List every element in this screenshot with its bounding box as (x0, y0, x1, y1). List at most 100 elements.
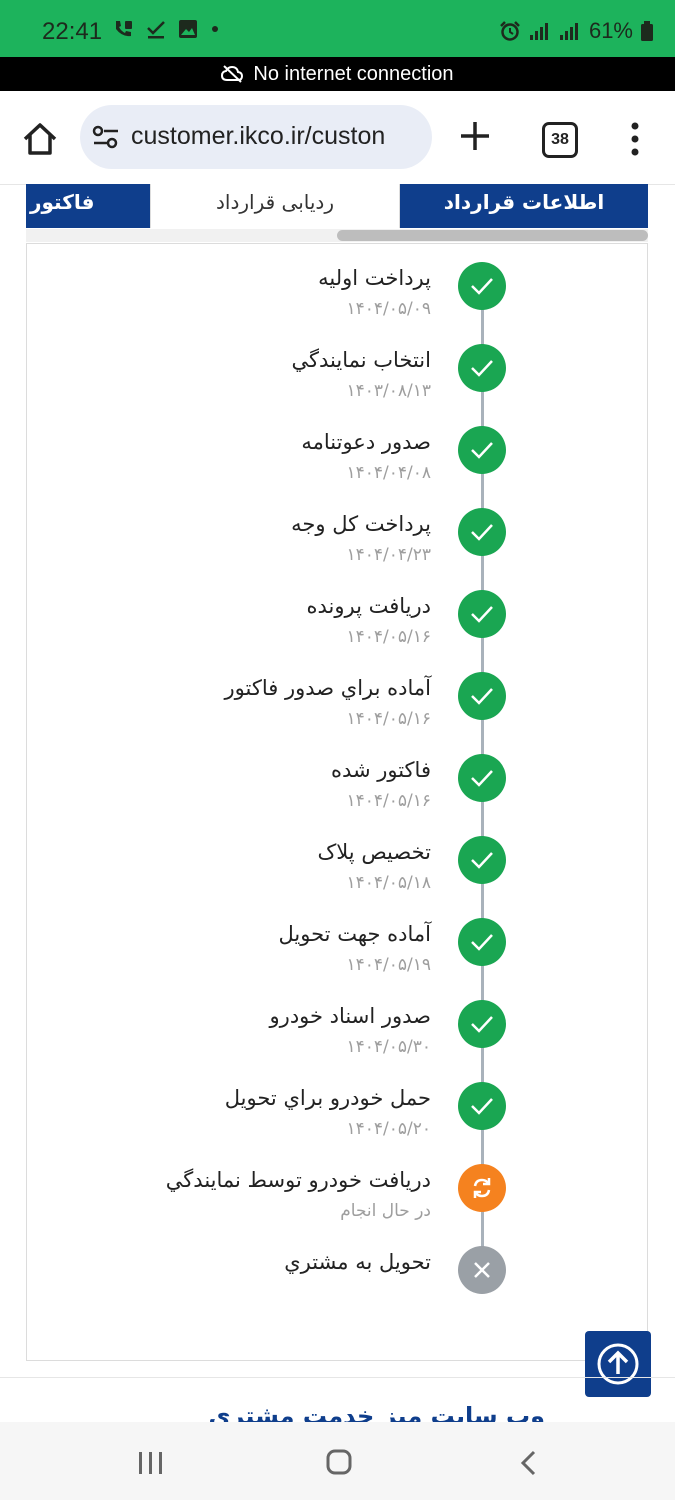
close-icon (474, 1262, 490, 1278)
home-icon[interactable] (20, 119, 60, 159)
step-date: ۱۴۰۴/۰۵/۲۰ (346, 1119, 431, 1139)
step-date: ۱۴۰۴/۰۵/۱۶ (346, 627, 431, 647)
step-date: ۱۴۰۴/۰۵/۳۰ (346, 1037, 431, 1057)
tab-contract-info[interactable]: اطلاعات قرارداد (400, 184, 648, 228)
divider (0, 1377, 675, 1378)
alarm-icon (500, 21, 520, 41)
recent-apps-icon[interactable] (137, 1450, 165, 1476)
step-date: ۱۴۰۴/۰۵/۰۹ (346, 299, 431, 319)
dot-icon (212, 26, 218, 32)
cloud-off-icon (221, 65, 244, 83)
step-date: ۱۴۰۴/۰۴/۲۳ (346, 545, 431, 565)
check-icon (147, 21, 165, 39)
timeline-step: پرداخت اوليه ۱۴۰۴/۰۵/۰۹ (0, 261, 675, 343)
signal-icon (529, 23, 548, 40)
timeline-step: تحويل به مشتري (0, 1245, 675, 1327)
status-circle (458, 1246, 506, 1294)
check-icon (471, 442, 493, 459)
system-nav-bar (0, 1422, 675, 1500)
timeline-step: پرداخت کل وجه ۱۴۰۴/۰۴/۲۳ (0, 507, 675, 589)
timeline-step: صدور دعوتنامه ۱۴۰۴/۰۴/۰۸ (0, 425, 675, 507)
step-label: صدور دعوتنامه (301, 430, 431, 454)
tabs-scrollbar-thumb[interactable] (337, 230, 648, 241)
step-status: در حال انجام (340, 1201, 431, 1221)
timeline-step: انتخاب نمايندگي ۱۴۰۳/۰۸/۱۳ (0, 343, 675, 425)
check-icon (471, 606, 493, 623)
timeline-step: فاکتور شده ۱۴۰۴/۰۵/۱۶ (0, 753, 675, 835)
status-circle (458, 918, 506, 966)
status-circle (458, 262, 506, 310)
status-circle (458, 672, 506, 720)
step-label: آماده براي صدور فاکتور (224, 676, 431, 700)
step-date: ۱۴۰۴/۰۴/۰۸ (346, 463, 431, 483)
check-icon (471, 360, 493, 377)
tab-label: ردیابی قرارداد (216, 190, 334, 214)
step-label: تحويل به مشتري (284, 1250, 431, 1274)
step-label: تخصيص پلاک (317, 840, 431, 864)
step-label: صدور اسناد خودرو (269, 1004, 431, 1028)
battery-percent: 61% (588, 18, 633, 43)
status-circle (458, 508, 506, 556)
check-icon (471, 852, 493, 869)
status-circle (458, 1164, 506, 1212)
status-circle (458, 1082, 506, 1130)
check-icon (471, 934, 493, 951)
offline-text: No internet connection (253, 62, 454, 85)
offline-banner: No internet connection (0, 57, 675, 91)
tab-switcher-button[interactable]: 38 (542, 122, 578, 158)
clock: 22:41 (42, 18, 103, 45)
step-label: فاکتور شده (330, 758, 431, 782)
check-icon (471, 278, 493, 295)
tab-count: 38 (551, 131, 569, 148)
timeline-step: آماده جهت تحويل ۱۴۰۴/۰۵/۱۹ (0, 917, 675, 999)
check-icon (471, 1016, 493, 1033)
timeline-step: دريافت خودرو توسط نمايندگي در حال انجام (0, 1163, 675, 1245)
timeline-step: حمل خودرو براي تحويل ۱۴۰۴/۰۵/۲۰ (0, 1081, 675, 1163)
step-label: دريافت پرونده (306, 594, 431, 618)
check-icon (471, 770, 493, 787)
check-icon (471, 524, 493, 541)
sync-icon (473, 1178, 491, 1198)
browser-toolbar: customer.ikco.ir/custon 38 (0, 91, 675, 185)
step-date: ۱۴۰۴/۰۵/۱۶ (346, 791, 431, 811)
status-bar: 22:41 61% (0, 0, 675, 57)
timeline-step: صدور اسناد خودرو ۱۴۰۴/۰۵/۳۰ (0, 999, 675, 1081)
url-text: customer.ikco.ir/custon (131, 122, 386, 150)
contract-tabs: اطلاعات قرارداد ردیابی قرارداد فاکتور (26, 184, 648, 228)
step-label: انتخاب نمايندگي (291, 348, 431, 372)
home-nav-icon[interactable] (326, 1449, 352, 1475)
timeline-step: تخصيص پلاک ۱۴۰۴/۰۵/۱۸ (0, 835, 675, 917)
status-circle (458, 344, 506, 392)
tab-invoice[interactable]: فاکتور (26, 184, 150, 228)
status-circle (458, 1000, 506, 1048)
more-menu-icon[interactable] (628, 122, 642, 156)
step-label: حمل خودرو براي تحويل (224, 1086, 431, 1110)
step-date: ۱۴۰۴/۰۵/۱۶ (346, 709, 431, 729)
image-icon (179, 20, 197, 38)
step-date: ۱۴۰۴/۰۵/۱۹ (346, 955, 431, 975)
battery-icon (641, 21, 653, 41)
check-icon (471, 1098, 493, 1115)
tab-contract-tracking[interactable]: ردیابی قرارداد (150, 184, 400, 228)
check-icon (471, 688, 493, 705)
timeline-step: دريافت پرونده ۱۴۰۴/۰۵/۱۶ (0, 589, 675, 671)
status-circle (458, 590, 506, 638)
address-bar[interactable]: customer.ikco.ir/custon (80, 105, 432, 169)
new-tab-icon[interactable] (458, 119, 492, 153)
step-date: ۱۴۰۴/۰۵/۱۸ (346, 873, 431, 893)
tab-label: فاکتور (30, 190, 95, 214)
step-date: ۱۴۰۳/۰۸/۱۳ (346, 381, 431, 401)
arrow-up-icon (597, 1343, 639, 1385)
back-icon[interactable] (518, 1449, 538, 1477)
step-label: دريافت خودرو توسط نمايندگي (165, 1168, 431, 1192)
step-label: پرداخت اوليه (318, 266, 431, 290)
step-label: پرداخت کل وجه (291, 512, 431, 536)
status-circle (458, 754, 506, 802)
step-label: آماده جهت تحويل (278, 922, 431, 946)
scroll-to-top-button[interactable] (585, 1331, 651, 1397)
status-circle (458, 836, 506, 884)
site-settings-icon[interactable] (92, 125, 120, 149)
status-circle (458, 426, 506, 474)
tab-label: اطلاعات قرارداد (443, 190, 605, 214)
timeline-step: آماده براي صدور فاکتور ۱۴۰۴/۰۵/۱۶ (0, 671, 675, 753)
